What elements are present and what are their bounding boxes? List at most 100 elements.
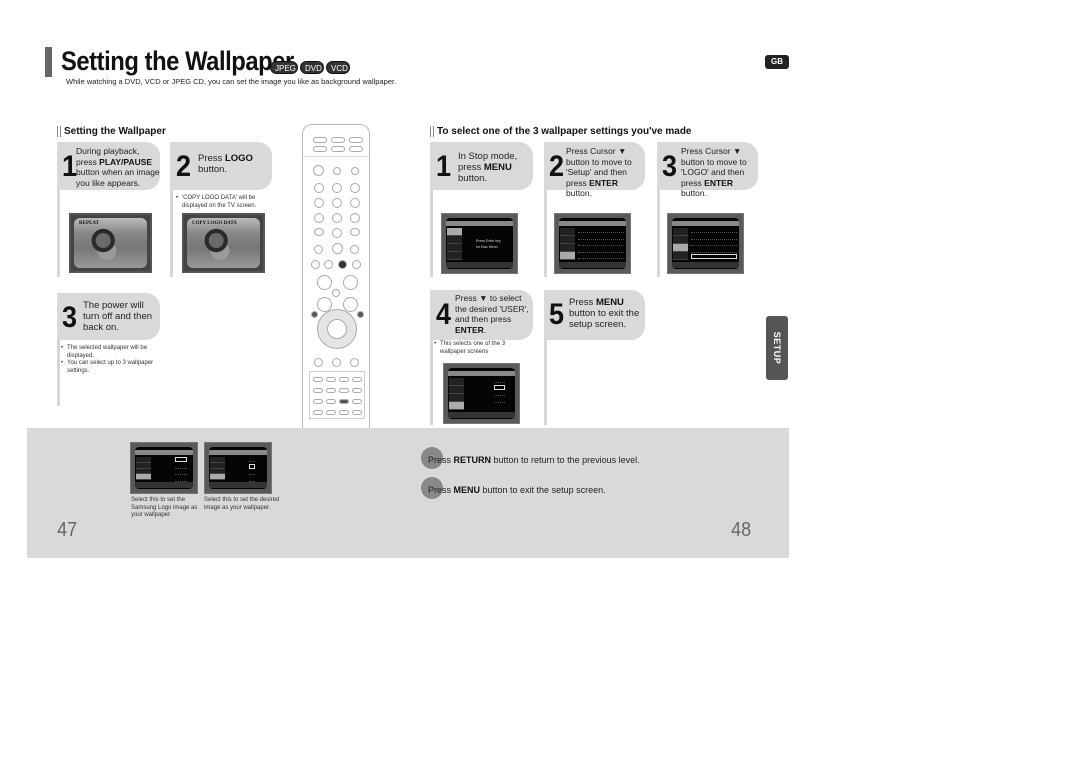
numpad-3 [350,183,360,193]
rewind-button [311,260,320,269]
step-number: 3 [662,150,678,183]
tip-menu: Press MENU button to exit the setup scre… [428,485,606,495]
tuner-button [349,137,363,143]
page-title: Setting the Wallpaper [61,46,294,76]
mo-st-button [352,377,362,382]
tv-menu-screen [554,213,631,274]
dimmer-button [339,377,349,382]
step-instruction: Press LOGO button. [198,153,253,175]
step-number: 5 [549,298,565,331]
ez-view-button [326,410,336,415]
language-badge: GB [765,55,789,69]
sound-edit-pill [339,388,349,393]
tv-video-button [351,167,359,175]
remain-button [314,228,324,236]
tv-screen-photo: REPEAT [69,213,152,273]
step-instruction: Press Cursor ▼ button to move to 'LOGO' … [681,146,747,198]
tip-return: Press RETURN button to return to the pre… [428,455,640,465]
logo-button [339,399,349,404]
caption-user-option: Select this to set the desired image as … [204,497,280,511]
page-number-left: 47 [57,519,78,541]
step-instruction: Press ▼ to select the desired 'USER', an… [455,293,529,335]
section-bar-icon [57,126,61,137]
numpad-6 [350,198,360,208]
step-instruction: The power will turn off and then back on… [83,300,153,333]
numpad-2 [332,183,342,193]
tv-menu-screen-user [204,442,272,494]
slide-mode-button [352,410,362,415]
menu-button [311,311,318,318]
zoom-button [313,410,323,415]
tv-menu-screen [667,213,744,274]
step-number: 2 [549,150,565,183]
skip-back-button [314,245,323,254]
open-close-button [333,167,341,175]
volume-up-button [317,275,332,290]
return-button [357,311,364,318]
info-button [314,358,323,367]
tv-menu-screen [443,363,520,424]
dvd-button [331,137,345,143]
key-control-button [326,377,336,382]
echo-up-button [326,388,336,393]
mute-button [332,289,340,297]
screen-message: Press Enter key for Disc Menu [476,239,501,249]
fast-forward-button [352,260,361,269]
tv-menu-screen: Press Enter key for Disc Menu [441,213,518,274]
slow-button [332,358,341,367]
numpad-8 [332,213,342,223]
step-instruction: Press MENU button to exit the setup scre… [569,297,640,330]
step-number: 2 [176,150,192,183]
section-bar-icon [430,126,434,137]
badge-jpeg: JPEG [270,61,298,74]
tv-menu-screen-logo [130,442,198,494]
numpad-9 [350,213,360,223]
screen-overlay-text: REPEAT [79,221,99,226]
step-number: 3 [62,301,78,334]
screen-overlay-text: COPY LOGO DATA [192,221,237,226]
step-number: 1 [436,150,452,183]
stop-button [324,260,333,269]
step-number: 4 [436,298,452,331]
usb-button [349,146,363,152]
numpad-5 [332,198,342,208]
sleep-button [352,399,362,404]
setup-chapter-tab: SETUP [766,316,788,380]
tuning-down-button [343,297,358,312]
step-number: 1 [62,150,78,183]
sound-edit-button [350,358,359,367]
step-note: 'COPY LOGO DATA' will be displayed on th… [176,195,272,210]
section-heading-right: To select one of the 3 wallpaper setting… [437,126,692,137]
digest-button [313,399,323,404]
tv-button [313,137,327,143]
tuning-up-button [343,275,358,290]
numpad-1 [314,183,324,193]
mode-button [313,146,327,152]
play-pause-button [338,260,347,269]
numpad-7 [314,213,324,223]
step-notes: The selected wallpaper will be displayed… [61,345,159,375]
enter-button [327,319,347,339]
power-button [313,165,324,176]
caption-logo-option: Select this to set the Samsung Logo imag… [131,497,198,518]
subtitle-button [339,410,349,415]
audio-button [326,399,336,404]
badge-dvd: DVD [300,61,324,74]
numpad-4 [314,198,324,208]
step-note: This selects one of the 3 wallpaper scre… [434,341,532,356]
step-instruction: During playback, press PLAY/PAUSE button… [76,146,160,188]
remote-control-illustration [302,124,370,454]
badge-vcd: VCD [326,61,350,74]
echo-down-button [313,388,323,393]
numpad-0 [332,228,342,238]
cancel-button [350,228,360,236]
tv-screen-photo: COPY LOGO DATA [182,213,265,273]
section-heading-left: Setting the Wallpaper [64,126,166,137]
key-control-button [313,377,323,382]
page-subtitle: While watching a DVD, VCD or JPEG CD, yo… [66,77,397,86]
skip-forward-button [350,245,359,254]
aux-button [331,146,345,152]
page-number-right: 48 [731,519,752,541]
repeat-button [352,388,362,393]
step-instruction: In Stop mode, press MENU button. [458,151,518,184]
